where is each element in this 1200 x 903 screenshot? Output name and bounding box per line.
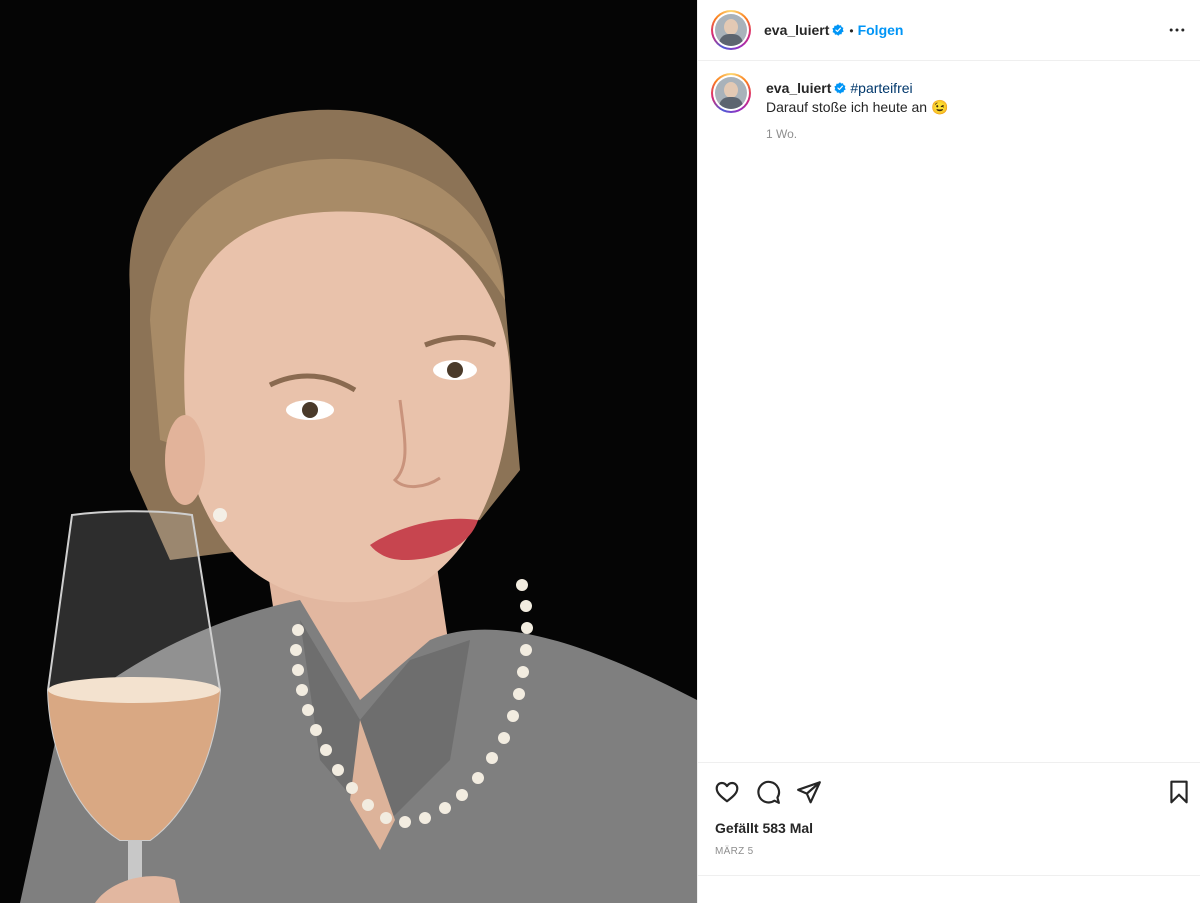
post-date[interactable]: MÄRZ 5 [715, 846, 753, 857]
caption-username[interactable]: eva_luiert [766, 80, 831, 96]
share-direct-icon[interactable] [796, 779, 822, 805]
verified-badge-icon [834, 82, 847, 94]
like-heart-icon[interactable] [714, 779, 740, 805]
likes-count[interactable]: Gefällt 583 Mal [715, 820, 813, 836]
caption-hashtag-link[interactable]: #parteifrei [850, 80, 912, 96]
caption-author-avatar[interactable] [711, 73, 751, 113]
separator-dot: • [849, 24, 854, 38]
avatar-image [715, 77, 747, 109]
caption-first-line: eva_luiert #parteifrei [766, 80, 1176, 96]
caption-timestamp[interactable]: 1 Wo. [766, 127, 1176, 141]
verified-badge-icon [832, 24, 845, 36]
post-side-panel: eva_luiert • Folgen eva_luiert #parteifre… [697, 0, 1200, 903]
avatar-image [715, 14, 747, 46]
comment-icon[interactable] [755, 779, 781, 805]
more-options-icon[interactable] [1167, 20, 1187, 40]
post-header: eva_luiert • Folgen [698, 0, 1200, 61]
follow-button[interactable]: Folgen [858, 22, 904, 38]
caption-text: Darauf stoße ich heute an 😉 [766, 99, 949, 115]
action-bar: Gefällt 583 Mal MÄRZ 5 [698, 762, 1200, 902]
bookmark-save-icon[interactable] [1166, 779, 1192, 805]
author-username[interactable]: eva_luiert [764, 22, 829, 38]
divider [698, 875, 1200, 876]
post-photo[interactable] [0, 0, 697, 903]
author-avatar[interactable] [711, 10, 751, 50]
header-user-line: eva_luiert • Folgen [764, 22, 903, 38]
post-caption: eva_luiert #parteifrei Darauf stoße ich … [766, 80, 1176, 141]
post-image [0, 0, 697, 903]
